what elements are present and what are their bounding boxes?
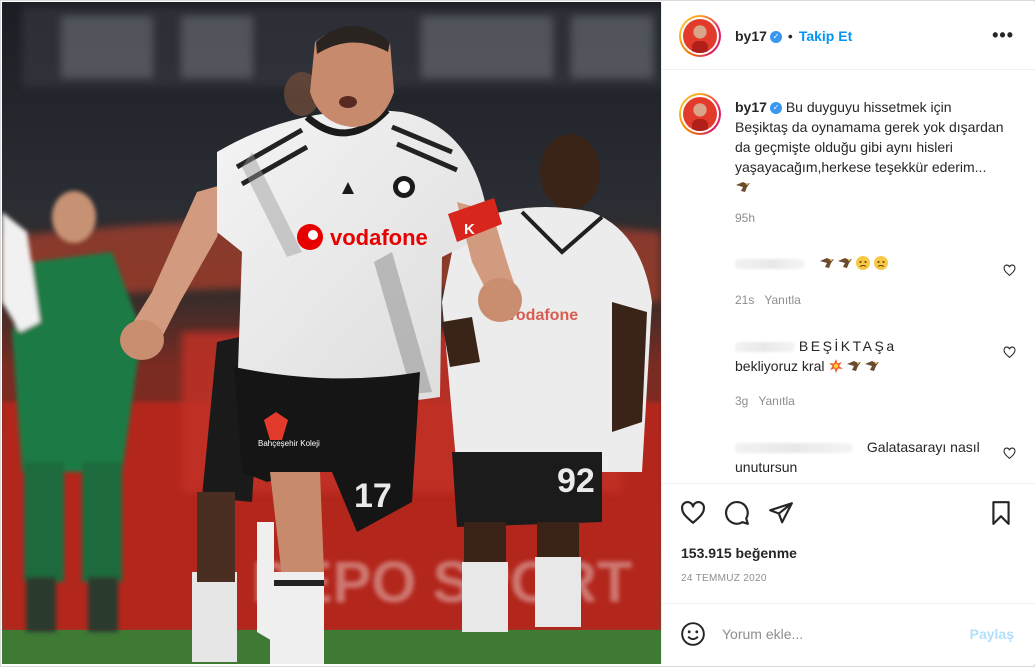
collision-emoji xyxy=(829,359,844,373)
eagle-emoji xyxy=(819,258,834,268)
captain-band-text: K xyxy=(464,221,475,238)
post-side-panel: by17 ✓ • Takip Et ••• by17 ✓ Bu duyguyu hi… xyxy=(661,2,1035,664)
eagle-emoji xyxy=(847,361,862,371)
eagle-emoji xyxy=(865,361,880,371)
comment-icon[interactable] xyxy=(724,500,750,526)
comment-2-username[interactable] xyxy=(735,342,795,353)
more-icon[interactable]: ••• xyxy=(992,26,1014,44)
caption-username[interactable]: by17 xyxy=(735,99,767,115)
caption-avatar-image xyxy=(683,97,717,131)
likes-count[interactable]: 153.915 beğenme xyxy=(681,545,797,561)
post-header: by17 ✓ • Takip Et ••• xyxy=(662,2,1035,70)
comment-3-username[interactable] xyxy=(735,443,853,454)
comment-2-like-heart-icon[interactable] xyxy=(1003,346,1016,359)
comment-2-meta: 3g Yanıtla xyxy=(735,394,795,408)
post-dialog: DEPO SPORT vodafone 92 vodafone K Bahçeş… xyxy=(0,0,1035,667)
comment-1-like-heart-icon[interactable] xyxy=(1003,264,1016,277)
share-icon[interactable] xyxy=(768,500,794,526)
eagle-emoji xyxy=(837,258,852,268)
sad-face-emoji xyxy=(855,256,870,270)
post-comment-button[interactable]: Paylaş xyxy=(970,626,1014,642)
bookmark-icon[interactable] xyxy=(988,500,1014,526)
header-username[interactable]: by17 ✓ xyxy=(735,28,782,44)
comment-3-like-heart-icon[interactable] xyxy=(1003,447,1016,460)
comment-2: BEŞİKTAŞa bekliyoruz kral xyxy=(735,336,995,376)
comment-3: Galatasarayı nasıl unutursun xyxy=(735,437,995,477)
comment-2-text-line2: bekliyoruz kral xyxy=(735,358,825,374)
player-number: 17 xyxy=(354,477,392,515)
post-photo[interactable]: DEPO SPORT vodafone 92 vodafone K Bahçeş… xyxy=(2,2,661,664)
comment-2-reply-button[interactable]: Yanıtla xyxy=(758,394,794,408)
shorts-sponsor-text: Bahçeşehir Koleji xyxy=(258,439,320,448)
comments-list[interactable]: by17 ✓ Bu duyguyu hissetmek için Beşiktaş… xyxy=(662,71,1035,483)
comment-2-time[interactable]: 3g xyxy=(735,394,748,408)
header-username-text: by17 xyxy=(735,27,767,44)
comment-1 xyxy=(735,253,995,273)
comment-3-text-line2: unutursun xyxy=(735,459,798,475)
eagle-emoji xyxy=(736,182,750,192)
comment-2-text: BEŞİKTAŞa xyxy=(798,338,897,354)
shirt-sponsor-text: vodafone xyxy=(330,225,428,250)
sad-face-emoji xyxy=(873,256,888,270)
comment-1-username[interactable] xyxy=(735,259,805,270)
caption-avatar[interactable] xyxy=(679,93,721,135)
comment-3-text: Galatasarayı nasıl xyxy=(866,439,980,455)
verified-icon: ✓ xyxy=(769,30,782,43)
teammate-number: 92 xyxy=(557,462,595,500)
comment-1-time[interactable]: 21s xyxy=(735,293,754,307)
add-comment-bar: Paylaş xyxy=(662,603,1035,664)
comment-1-reply-button[interactable]: Yanıtla xyxy=(764,293,800,307)
smile-icon[interactable] xyxy=(680,621,706,647)
verified-icon: ✓ xyxy=(769,102,782,115)
comment-1-meta: 21s Yanıtla xyxy=(735,293,801,307)
heart-icon[interactable] xyxy=(680,500,706,526)
caption: by17 ✓ Bu duyguyu hissetmek için Beşiktaş… xyxy=(735,97,1005,197)
comment-input[interactable] xyxy=(722,626,942,642)
follow-button[interactable]: Takip Et xyxy=(799,28,852,44)
avatar-image xyxy=(683,18,717,53)
avatar[interactable] xyxy=(679,14,721,57)
post-actions: 153.915 beğenme 24 TEMMUZ 2020 xyxy=(662,483,1035,603)
header-separator: • xyxy=(787,27,793,44)
post-date[interactable]: 24 TEMMUZ 2020 xyxy=(681,573,767,584)
caption-time[interactable]: 95h xyxy=(735,211,755,225)
